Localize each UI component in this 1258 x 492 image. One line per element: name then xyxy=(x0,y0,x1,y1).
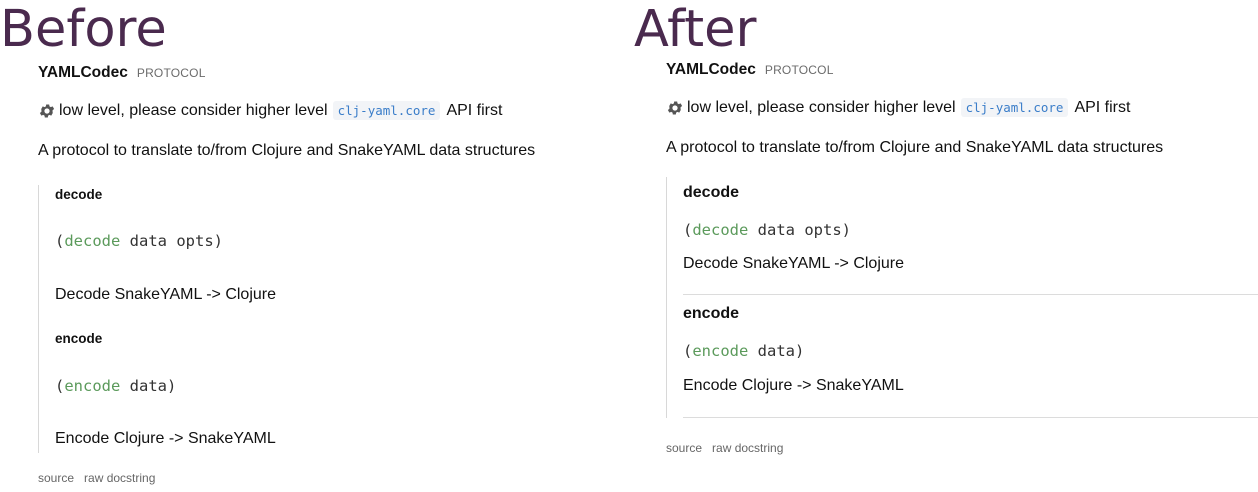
method-doc-encode: Encode Clojure -> SnakeYAML xyxy=(55,430,276,447)
method-name-decode: decode xyxy=(55,187,103,202)
source-link[interactable]: source xyxy=(38,471,74,485)
note-text-before: low level, please consider higher level xyxy=(59,101,328,119)
protocol-kind-label: PROTOCOL xyxy=(764,63,834,77)
method-name-encode: encode xyxy=(683,305,740,322)
method-signature-decode: (decode data opts) xyxy=(55,232,223,250)
note-text-after: API first xyxy=(446,101,503,119)
gear-icon xyxy=(39,103,55,118)
methods-list: decode (decode data opts) Decode SnakeYA… xyxy=(666,177,1258,418)
core-namespace-link[interactable]: clj-yaml.core xyxy=(332,101,441,120)
protocol-header: YAMLCodec PROTOCOL xyxy=(666,61,834,79)
method-signature-encode: (encode data) xyxy=(683,342,805,360)
method-name-decode: decode xyxy=(683,184,740,201)
after-heading: After xyxy=(634,0,757,59)
protocol-name: YAMLCodec xyxy=(666,61,756,78)
core-namespace-link[interactable]: clj-yaml.core xyxy=(960,98,1069,117)
protocol-name: YAMLCodec xyxy=(38,64,128,81)
protocol-header: YAMLCodec PROTOCOL xyxy=(38,64,206,82)
protocol-description: A protocol to translate to/from Clojure … xyxy=(666,139,1164,156)
before-heading: Before xyxy=(0,0,167,59)
footer-links: source raw docstring xyxy=(666,441,783,455)
method-signature-decode: (decode data opts) xyxy=(683,221,851,239)
low-level-note: low level, please consider higher level … xyxy=(666,98,1130,117)
method-doc-decode: Decode SnakeYAML -> Clojure xyxy=(55,286,276,303)
method-doc-decode: Decode SnakeYAML -> Clojure xyxy=(683,255,904,272)
method-name-encode: encode xyxy=(55,331,103,346)
method-doc-encode: Encode Clojure -> SnakeYAML xyxy=(683,377,904,394)
protocol-description: A protocol to translate to/from Clojure … xyxy=(38,142,536,159)
raw-docstring-link[interactable]: raw docstring xyxy=(712,441,783,455)
method-divider xyxy=(683,417,1258,418)
footer-links: source raw docstring xyxy=(38,471,155,485)
protocol-kind-label: PROTOCOL xyxy=(136,66,206,80)
method-divider xyxy=(683,294,1258,295)
methods-list: decode (decode data opts) Decode SnakeYA… xyxy=(38,185,619,453)
note-text-before: low level, please consider higher level xyxy=(687,98,956,116)
low-level-note: low level, please consider higher level … xyxy=(38,101,502,120)
method-signature-encode: (encode data) xyxy=(55,377,177,395)
raw-docstring-link[interactable]: raw docstring xyxy=(84,471,155,485)
gear-icon xyxy=(667,100,683,115)
note-text-after: API first xyxy=(1074,98,1131,116)
source-link[interactable]: source xyxy=(666,441,702,455)
